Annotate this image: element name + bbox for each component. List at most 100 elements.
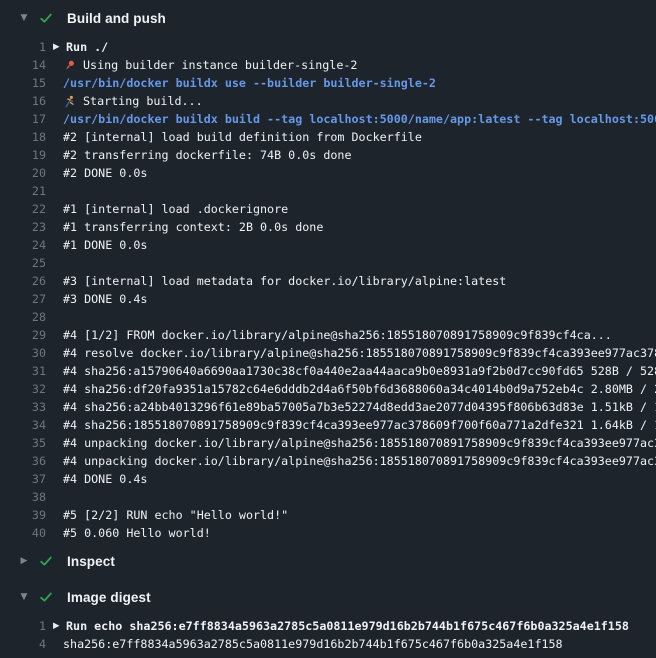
line-number[interactable]: 14 xyxy=(0,58,46,72)
log-text-cell: #4 [1/2] FROM docker.io/library/alpine@s… xyxy=(46,328,656,342)
line-number[interactable]: 16 xyxy=(0,94,46,108)
log-text-cell: #4 unpacking docker.io/library/alpine@sh… xyxy=(46,454,656,468)
log-text-cell: ▶Run echo sha256:e7ff8834a5963a2785c5a08… xyxy=(46,619,656,633)
line-number[interactable]: 22 xyxy=(0,202,46,216)
section-label: Image digest xyxy=(67,590,151,605)
line-number[interactable]: 25 xyxy=(0,256,46,270)
line-number[interactable]: 17 xyxy=(0,112,46,126)
line-number[interactable]: 19 xyxy=(0,148,46,162)
log-text: #4 sha256:a15790640a6690aa1730c38cf0a440… xyxy=(63,364,656,378)
log-text: Using builder instance builder-single-2 xyxy=(83,58,357,72)
line-number[interactable]: 32 xyxy=(0,382,46,396)
log-text: #4 sha256:a24bb4013296f61e89ba57005a7b3e… xyxy=(63,400,656,414)
log-line: 20 #2 DONE 0.0s xyxy=(0,164,656,182)
log-text-cell: #4 sha256:df20fa9351a15782c64e6dddb2d4a6… xyxy=(46,382,656,396)
log-line: 19#2 transferring dockerfile: 74B 0.0s d… xyxy=(0,146,656,164)
line-number[interactable]: 30 xyxy=(0,346,46,360)
log-text: #4 resolve docker.io/library/alpine@sha2… xyxy=(63,346,656,360)
line-number[interactable]: 21 xyxy=(0,184,46,198)
log-text-cell: #4 DONE 0.4s xyxy=(46,472,656,486)
log-line: 25 xyxy=(0,254,656,272)
log-line: 30 #4 resolve docker.io/library/alpine@sh… xyxy=(0,344,656,362)
line-number[interactable]: 28 xyxy=(0,310,46,324)
runner-icon xyxy=(63,94,77,108)
log-line: 35 #4 unpacking docker.io/library/alpine@… xyxy=(0,434,656,452)
log-text-cell: ▶Run ./ xyxy=(46,40,656,54)
log-text: #4 unpacking docker.io/library/alpine@sh… xyxy=(63,454,656,468)
section-label: Build and push xyxy=(67,11,166,26)
log-group-expander-icon[interactable]: ▶ xyxy=(53,621,66,631)
line-number[interactable]: 18 xyxy=(0,130,46,144)
line-number[interactable]: 39 xyxy=(0,508,46,522)
log-text-cell: #1 [internal] load .dockerignore xyxy=(46,202,656,216)
log-group-expander-icon[interactable]: ▶ xyxy=(53,42,66,52)
log-section-image-digest: ▼Image digest1▶Run echo sha256:e7ff8834a… xyxy=(0,579,656,654)
workflow-log-viewer: ▼Build and push1▶Run ./14Using builder i… xyxy=(0,0,656,658)
line-number[interactable]: 1 xyxy=(0,40,46,54)
section-body-image-digest: 1▶Run echo sha256:e7ff8834a5963a2785c5a0… xyxy=(0,615,656,654)
log-text: #5 0.060 Hello world! xyxy=(63,526,211,540)
log-line: 40 #5 0.060 Hello world! xyxy=(0,524,656,542)
chevron-down-icon[interactable]: ▼ xyxy=(18,13,30,23)
line-number[interactable]: 29 xyxy=(0,328,46,342)
line-number[interactable]: 31 xyxy=(0,364,46,378)
log-text: #4 unpacking docker.io/library/alpine@sh… xyxy=(63,436,656,450)
log-text-cell: /usr/bin/docker buildx build --tag local… xyxy=(46,112,656,126)
line-number[interactable]: 26 xyxy=(0,274,46,288)
log-line: 16Starting build... xyxy=(0,92,656,110)
log-text: Run echo sha256:e7ff8834a5963a2785c5a081… xyxy=(66,619,629,633)
line-number[interactable]: 37 xyxy=(0,472,46,486)
log-text-cell: #1 transferring context: 2B 0.0s done xyxy=(46,220,656,234)
log-text: #2 DONE 0.0s xyxy=(63,166,147,180)
log-line: 24 #1 DONE 0.0s xyxy=(0,236,656,254)
log-text: #1 DONE 0.0s xyxy=(63,238,147,252)
line-number[interactable]: 4 xyxy=(0,637,46,651)
pushpin-icon xyxy=(63,58,77,72)
log-text-cell: #2 transferring dockerfile: 74B 0.0s don… xyxy=(46,148,656,162)
line-number[interactable]: 40 xyxy=(0,526,46,540)
log-section-build-and-push: ▼Build and push1▶Run ./14Using builder i… xyxy=(0,0,656,543)
log-text-cell: #2 DONE 0.0s xyxy=(46,166,656,180)
log-text-cell: #4 sha256:a24bb4013296f61e89ba57005a7b3e… xyxy=(46,400,656,414)
log-text: #4 DONE 0.4s xyxy=(63,472,147,486)
chevron-right-icon[interactable]: ▶ xyxy=(18,556,30,566)
log-text: #4 sha256:185518070891758909c9f839cf4ca3… xyxy=(63,418,656,432)
section-header-inspect[interactable]: ▶Inspect xyxy=(0,543,656,579)
log-section-inspect: ▶Inspect xyxy=(0,543,656,579)
log-line: 21 xyxy=(0,182,656,200)
log-text-cell: #4 resolve docker.io/library/alpine@sha2… xyxy=(46,346,656,360)
line-number[interactable]: 20 xyxy=(0,166,46,180)
log-text: #4 sha256:df20fa9351a15782c64e6dddb2d4a6… xyxy=(63,382,656,396)
line-number[interactable]: 1 xyxy=(0,619,46,633)
line-number[interactable]: 38 xyxy=(0,490,46,504)
line-number[interactable]: 23 xyxy=(0,220,46,234)
log-text: #1 transferring context: 2B 0.0s done xyxy=(63,220,323,234)
log-text: /usr/bin/docker buildx use --builder bui… xyxy=(63,76,436,90)
log-text-cell: /usr/bin/docker buildx use --builder bui… xyxy=(46,76,656,90)
log-text-cell: #3 [internal] load metadata for docker.i… xyxy=(46,274,656,288)
log-line: 1▶Run ./ xyxy=(0,38,656,56)
section-header-build-and-push[interactable]: ▼ Build and push xyxy=(0,0,656,36)
line-number[interactable]: 34 xyxy=(0,418,46,432)
line-number[interactable]: 24 xyxy=(0,238,46,252)
log-text: #3 DONE 0.4s xyxy=(63,292,147,306)
log-text-cell: Starting build... xyxy=(46,94,656,108)
log-text-cell: #4 sha256:185518070891758909c9f839cf4ca3… xyxy=(46,418,656,432)
log-line: 39 #5 [2/2] RUN echo "Hello world!" xyxy=(0,506,656,524)
log-text: #3 [internal] load metadata for docker.i… xyxy=(63,274,506,288)
line-number[interactable]: 36 xyxy=(0,454,46,468)
check-success-icon xyxy=(39,590,53,604)
log-text-cell: #4 unpacking docker.io/library/alpine@sh… xyxy=(46,436,656,450)
line-number[interactable]: 15 xyxy=(0,76,46,90)
section-header-image-digest[interactable]: ▼ Image digest xyxy=(0,579,656,615)
log-text-cell: #2 [internal] load build definition from… xyxy=(46,130,656,144)
log-text: #1 [internal] load .dockerignore xyxy=(63,202,288,216)
line-number[interactable]: 33 xyxy=(0,400,46,414)
chevron-down-icon[interactable]: ▼ xyxy=(18,592,30,602)
line-number[interactable]: 35 xyxy=(0,436,46,450)
line-number[interactable]: 27 xyxy=(0,292,46,306)
log-text: #2 [internal] load build definition from… xyxy=(63,130,422,144)
log-text: #5 [2/2] RUN echo "Hello world!" xyxy=(63,508,288,522)
check-success-icon xyxy=(39,11,53,25)
log-text: /usr/bin/docker buildx build --tag local… xyxy=(63,112,656,126)
